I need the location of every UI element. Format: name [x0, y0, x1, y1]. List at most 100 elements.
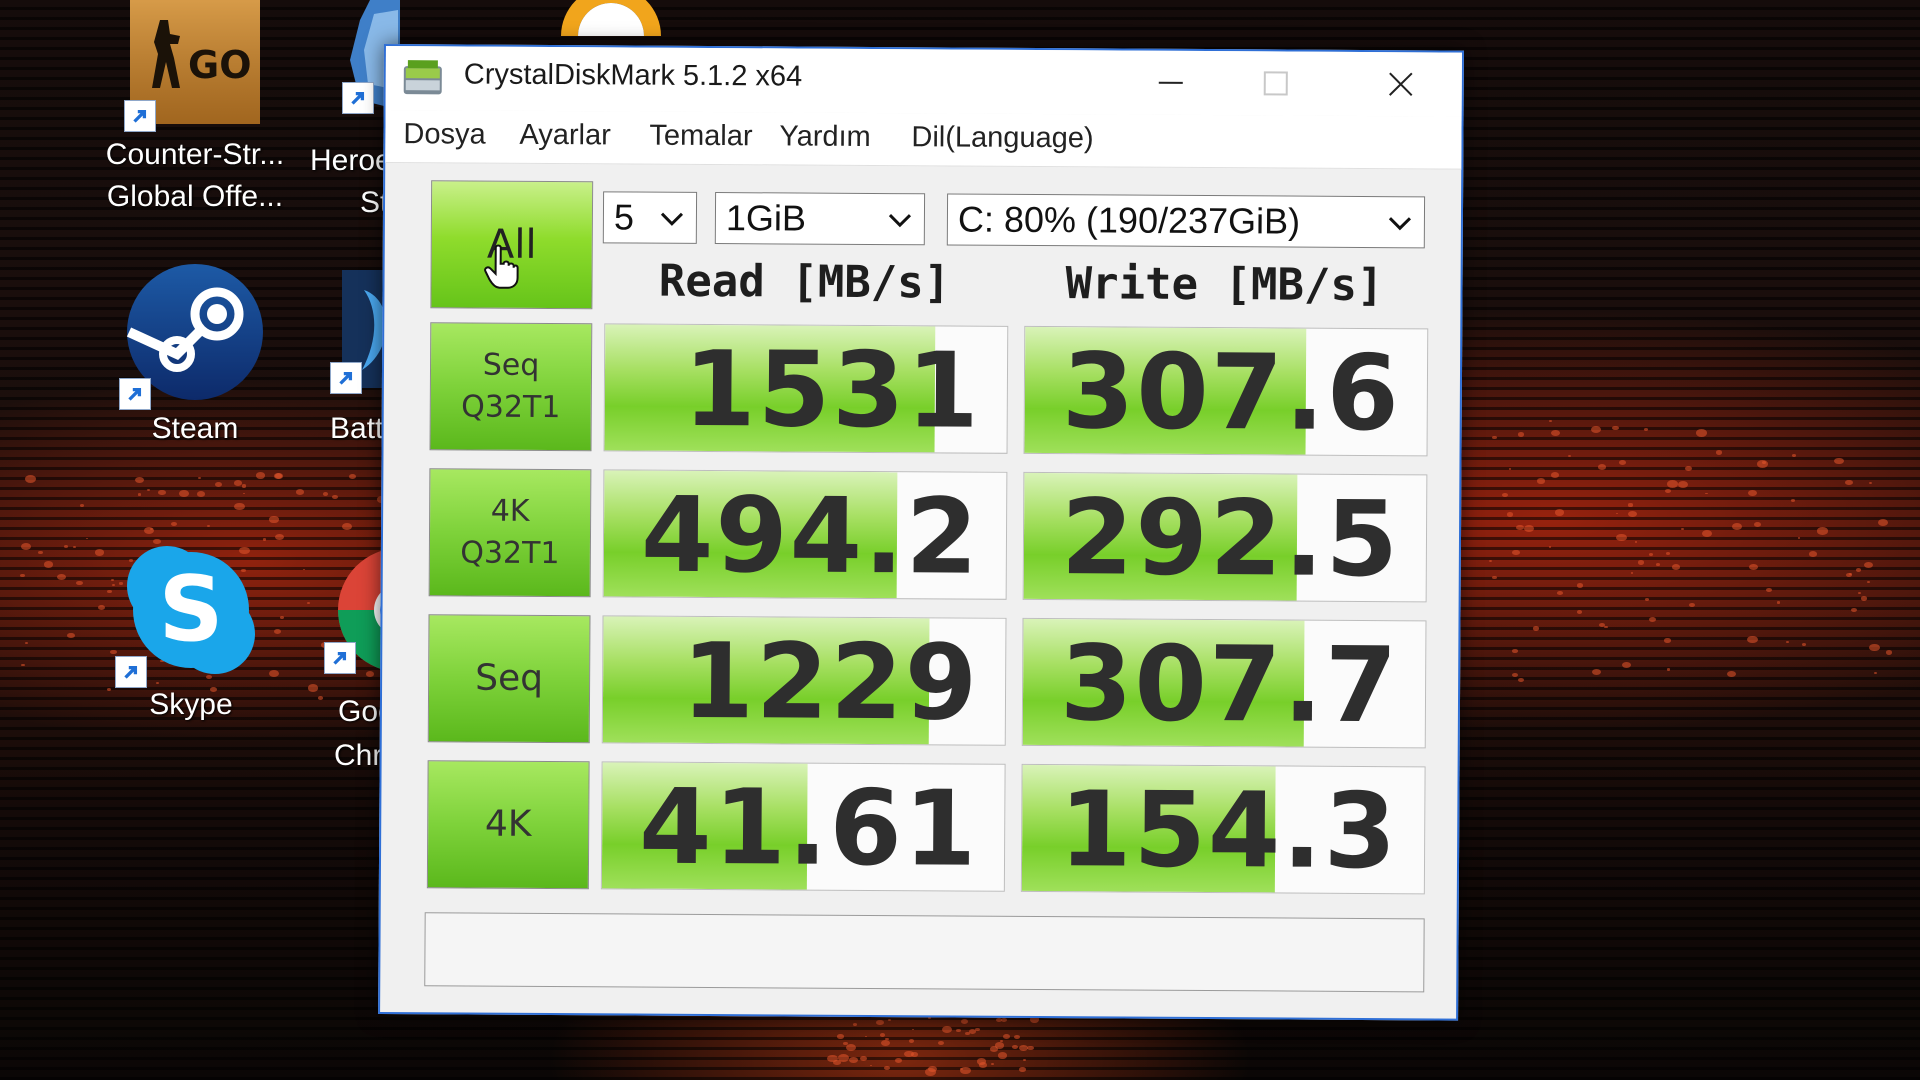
background-speck — [961, 1018, 969, 1024]
background-speck — [214, 482, 223, 488]
comment-input[interactable] — [424, 912, 1425, 993]
background-speck — [1638, 560, 1645, 565]
test-count-select[interactable]: 5 — [602, 191, 698, 244]
background-speck — [1667, 480, 1679, 489]
svg-text:GO: GO — [188, 43, 252, 87]
background-speck — [1019, 1066, 1026, 1072]
background-speck — [1845, 479, 1854, 486]
background-speck — [956, 1029, 961, 1033]
background-speck — [1748, 489, 1757, 496]
background-speck — [1684, 465, 1692, 471]
title-bar[interactable]: CrystalDiskMark 5.1.2 x64 — [385, 46, 1462, 117]
4k-q32t1-button[interactable]: 4K Q32T1 — [428, 468, 592, 598]
background-speck — [318, 696, 324, 700]
menu-ayarlar[interactable]: Ayarlar — [519, 119, 611, 153]
background-speck — [1576, 583, 1583, 588]
menu-dosya[interactable]: Dosya — [403, 118, 485, 152]
background-speck — [1874, 672, 1877, 674]
write-value: 307.6 — [1061, 330, 1402, 455]
background-speck — [135, 476, 144, 483]
background-speck — [322, 491, 329, 496]
background-speck — [941, 1026, 953, 1034]
4k-read-result: 41.61 — [600, 761, 1006, 892]
background-speck — [888, 1018, 892, 1021]
desktop-icon-csgo[interactable]: GO Counter-Str... Global Offe... — [100, 0, 290, 218]
background-speck — [1785, 641, 1790, 644]
background-speck — [76, 581, 83, 586]
background-speck — [1696, 429, 1707, 437]
background-speck — [879, 1033, 886, 1038]
background-speck — [1488, 559, 1492, 562]
background-speck — [138, 493, 142, 496]
background-speck — [1878, 519, 1889, 527]
all-button[interactable]: All — [430, 180, 594, 310]
skype-icon: S — [115, 540, 261, 688]
background-speck — [1790, 499, 1795, 503]
menu-yardim[interactable]: Yardım — [779, 120, 871, 154]
4k-button[interactable]: 4K — [426, 760, 590, 890]
background-speck — [978, 1062, 988, 1069]
background-speck — [1554, 509, 1565, 517]
seq-q32t1-write-result: 307.6 — [1023, 325, 1429, 457]
background-speck — [1022, 1058, 1026, 1061]
background-speck — [170, 521, 178, 527]
background-speck — [881, 1039, 891, 1047]
background-speck — [1634, 541, 1638, 544]
shortcut-arrow-icon — [342, 82, 374, 114]
background-speck — [306, 601, 311, 605]
background-speck — [348, 474, 357, 480]
background-speck — [885, 1037, 889, 1041]
background-speck — [303, 568, 306, 571]
battlenet-label: Batt — [330, 412, 384, 445]
background-speck — [904, 1050, 914, 1058]
background-speck — [1797, 537, 1800, 539]
background-speck — [1512, 549, 1521, 556]
background-speck — [1511, 672, 1518, 678]
background-speck — [1506, 512, 1514, 517]
desktop-icon-skype[interactable]: S Skype — [96, 540, 286, 726]
maximize-button[interactable] — [1226, 51, 1326, 116]
background-speck — [234, 502, 245, 511]
test-label-line: Seq — [482, 347, 540, 383]
background-speck — [1855, 567, 1862, 572]
background-speck — [20, 542, 32, 550]
read-value: 494.2 — [640, 473, 981, 598]
desktop-icon-steam[interactable]: Steam — [100, 262, 290, 450]
seq-button[interactable]: Seq — [427, 614, 591, 744]
menu-temalar[interactable]: Temalar — [649, 120, 752, 154]
menu-language[interactable]: Dil(Language) — [911, 121, 1093, 155]
background-speck — [146, 488, 150, 491]
test-size-value: 1GiB — [725, 197, 807, 239]
svg-text:S: S — [159, 557, 224, 662]
background-speck — [1524, 525, 1535, 533]
drive-select[interactable]: C: 80% (190/237GiB) — [946, 193, 1426, 249]
minimize-button[interactable] — [1121, 51, 1221, 116]
background-speck — [255, 471, 266, 479]
background-speck — [1012, 1045, 1018, 1050]
background-speck — [1491, 435, 1497, 440]
desktop-icon-label: Global Offe... — [106, 180, 284, 213]
close-button[interactable] — [1351, 52, 1451, 117]
background-speck — [1557, 590, 1563, 595]
shortcut-arrow-icon — [124, 100, 156, 132]
test-size-select[interactable]: 1GiB — [714, 192, 926, 246]
background-speck — [1618, 459, 1626, 465]
background-speck — [1864, 561, 1874, 569]
background-speck — [341, 522, 353, 531]
seq-q32t1-button[interactable]: Seq Q32T1 — [429, 322, 593, 452]
background-speck — [1671, 563, 1681, 570]
4k-q32t1-read-result: 494.2 — [602, 469, 1008, 600]
shortcut-arrow-icon — [115, 656, 147, 688]
background-speck — [1715, 450, 1722, 455]
background-speck — [85, 537, 88, 540]
background-speck — [1516, 524, 1524, 531]
write-value: 307.7 — [1059, 622, 1400, 747]
background-speck — [1568, 454, 1572, 457]
background-speck — [1801, 643, 1807, 647]
background-speck — [67, 633, 75, 639]
close-icon — [1389, 72, 1413, 96]
read-value: 41.61 — [638, 765, 979, 890]
background-speck — [295, 489, 304, 496]
background-speck — [864, 1035, 867, 1038]
chevron-down-icon — [1388, 217, 1412, 231]
